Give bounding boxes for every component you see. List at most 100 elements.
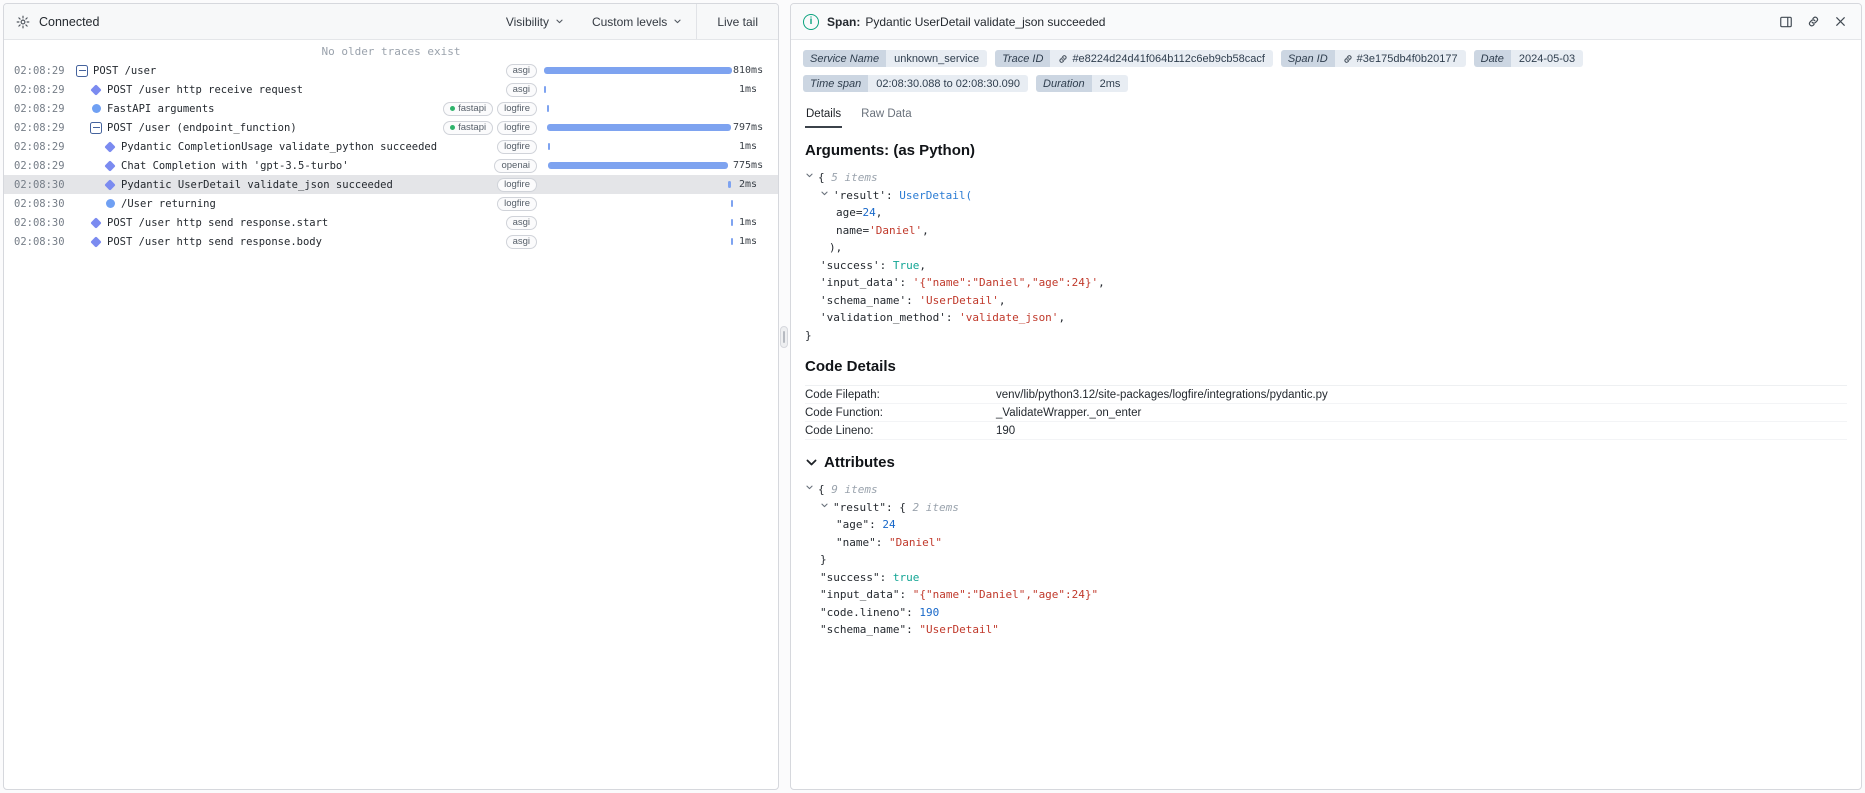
badge-value-text: unknown_service xyxy=(894,52,980,65)
trace-timestamp: 02:08:30 xyxy=(14,178,65,191)
duration-bar xyxy=(547,105,550,112)
duration-bar xyxy=(548,143,551,150)
detail-header-actions xyxy=(1777,13,1849,31)
collapse-caret-icon[interactable] xyxy=(820,187,833,205)
badge-label: Service Name xyxy=(803,50,887,67)
duration-bar xyxy=(730,200,733,207)
duration-bar xyxy=(543,67,733,74)
code-details-table: Code Filepath: venv/lib/python3.12/site-p… xyxy=(805,385,1847,440)
dock-panel-icon[interactable] xyxy=(1777,13,1795,31)
trace-row[interactable]: 02:08:30 Pydantic UserDetail validate_js… xyxy=(4,175,778,194)
collapse-caret-icon[interactable] xyxy=(805,481,818,499)
tab-raw-data[interactable]: Raw Data xyxy=(860,104,913,128)
trace-label-group: POST /user http send response.start xyxy=(68,217,506,229)
badge-label: Span ID xyxy=(1280,50,1335,67)
scope-tag-logfire[interactable]: logfire xyxy=(497,139,537,154)
code-detail-label: Code Filepath: xyxy=(805,389,880,401)
trace-label-group: Chat Completion with 'gpt-3.5-turbo' xyxy=(68,160,494,172)
badges-row-2: Time span 02:08:30.088 to 02:08:30.090 Dur… xyxy=(803,75,1849,92)
scope-tag-logfire[interactable]: logfire xyxy=(497,120,537,135)
scope-tag-logfire[interactable]: logfire xyxy=(497,101,537,116)
custom-levels-dropdown[interactable]: Custom levels xyxy=(578,4,696,39)
diamond-log-icon xyxy=(104,159,116,172)
link-icon[interactable] xyxy=(1058,54,1068,64)
badges-row-1: Service Name unknown_service Trace ID #e822… xyxy=(803,50,1849,67)
trace-label-group: POST /user http send response.body xyxy=(68,236,506,248)
trace-timestamp: 02:08:29 xyxy=(14,83,65,96)
trace-tags: logfire xyxy=(497,196,543,211)
trace-timeline xyxy=(543,118,733,137)
trace-tags: logfire xyxy=(497,139,543,154)
collapse-span-icon[interactable] xyxy=(76,64,88,77)
span-detail-header: i Span: Pydantic UserDetail validate_json… xyxy=(791,4,1861,40)
close-icon[interactable] xyxy=(1832,13,1849,30)
info-icon: i xyxy=(803,13,819,30)
trace-timeline xyxy=(543,175,733,194)
scope-tag-asgi[interactable]: asgi xyxy=(505,82,537,97)
trace-label-group: POST /user http receive request xyxy=(68,84,506,96)
tab-details[interactable]: Details xyxy=(805,104,843,128)
arguments-python-code: { 5 items'result': UserDetail(age=24, nam… xyxy=(805,169,1847,344)
trace-label: Chat Completion with 'gpt-3.5-turbo' xyxy=(121,159,349,172)
trace-duration: 1ms xyxy=(738,236,757,247)
trace-row[interactable]: 02:08:30 /User returning logfire xyxy=(4,194,778,213)
scope-tag-logfire[interactable]: logfire xyxy=(497,177,537,192)
trace-row[interactable]: 02:08:29 Chat Completion with 'gpt-3.5-t… xyxy=(4,156,778,175)
code-line: 'success': True, xyxy=(820,258,926,272)
tag-label: logfire xyxy=(504,121,530,133)
duration-bar xyxy=(731,238,733,245)
trace-tags: fastapi logfire xyxy=(443,101,543,116)
live-tail-button[interactable]: Live tail xyxy=(697,4,778,39)
visibility-dropdown[interactable]: Visibility xyxy=(492,4,578,39)
scope-tag-openai[interactable]: openai xyxy=(494,158,537,173)
scope-tag-fastapi[interactable]: fastapi xyxy=(443,101,494,116)
scope-tag-asgi[interactable]: asgi xyxy=(505,234,537,249)
tag-label: fastapi xyxy=(458,102,487,114)
attributes-collapse-icon[interactable] xyxy=(805,456,818,469)
badge-label: Trace ID xyxy=(995,50,1051,67)
collapse-caret-icon[interactable] xyxy=(820,499,833,517)
trace-timestamp: 02:08:29 xyxy=(14,102,65,115)
trace-row[interactable]: 02:08:29 FastAPI arguments fastapi logfir… xyxy=(4,99,778,118)
diamond-log-icon xyxy=(90,216,102,229)
scope-tag-fastapi[interactable]: fastapi xyxy=(443,120,494,135)
scope-tag-logfire[interactable]: logfire xyxy=(497,196,537,211)
trace-timestamp: 02:08:29 xyxy=(14,64,65,77)
trace-row[interactable]: 02:08:29 POST /user http receive request… xyxy=(4,80,778,99)
trace-row[interactable]: 02:08:30 POST /user http send response.b… xyxy=(4,232,778,251)
span-detail-title: Span: Pydantic UserDetail validate_json s… xyxy=(827,15,1105,29)
trace-row[interactable]: 02:08:30 POST /user http send response.s… xyxy=(4,213,778,232)
trace-timestamp: 02:08:29 xyxy=(14,140,65,153)
code-detail-row: Code Lineno: 190 xyxy=(805,422,1847,440)
collapse-span-icon[interactable] xyxy=(90,121,102,134)
tag-label: logfire xyxy=(504,140,530,152)
tag-label: asgi xyxy=(512,235,530,247)
trace-label: POST /user xyxy=(93,64,157,77)
badge-value: 2ms xyxy=(1091,75,1129,92)
code-line: 'input_data': '{"name":"Daniel","age":24… xyxy=(820,276,1105,289)
scope-tag-asgi[interactable]: asgi xyxy=(505,63,537,78)
code-detail-row: Code Filepath: venv/lib/python3.12/site-p… xyxy=(805,386,1847,404)
circle-log-icon xyxy=(106,199,115,208)
code-line: 'result': UserDetail( xyxy=(805,187,1847,205)
visibility-dropdown-label: Visibility xyxy=(505,14,549,29)
panel-splitter-handle[interactable] xyxy=(780,326,788,348)
scope-tag-asgi[interactable]: asgi xyxy=(505,215,537,230)
trace-timeline xyxy=(543,156,733,175)
tag-label: asgi xyxy=(512,64,530,76)
attributes-json-code: { 9 items "result": { 2 items "age": 24 "na… xyxy=(805,481,1847,639)
code-detail-value: _ValidateWrapper._on_enter xyxy=(996,407,1142,419)
trace-row[interactable]: 02:08:29 POST /user (endpoint_function) … xyxy=(4,118,778,137)
code-line: "age": 24 xyxy=(836,518,896,531)
link-icon[interactable] xyxy=(1343,54,1353,64)
badge-trace-id: Trace ID #e8224d24d41f064b112c6eb9cb58cac… xyxy=(995,50,1273,67)
span-meta-badges: Service Name unknown_service Trace ID #e822… xyxy=(791,40,1861,102)
circle-log-icon xyxy=(92,104,101,113)
settings-gear-icon[interactable] xyxy=(16,15,30,29)
copy-link-icon[interactable] xyxy=(1805,13,1822,30)
trace-tags: asgi xyxy=(505,63,543,78)
trace-row[interactable]: 02:08:29 Pydantic CompletionUsage valida… xyxy=(4,137,778,156)
trace-row[interactable]: 02:08:29 POST /user asgi 810ms xyxy=(4,61,778,80)
trace-timeline xyxy=(543,213,733,232)
collapse-caret-icon[interactable] xyxy=(805,169,818,187)
